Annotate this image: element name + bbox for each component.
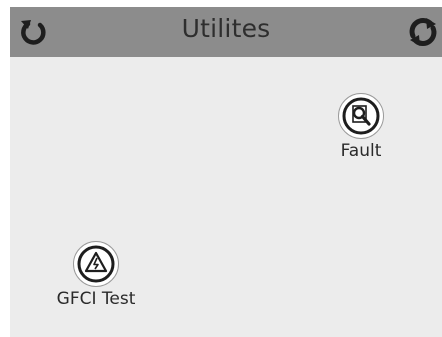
utilities-screen: Utilites Fault GFCI Test — [10, 7, 442, 337]
refresh-button[interactable] — [406, 15, 440, 49]
gfci-test-label: GFCI Test — [56, 289, 136, 309]
fault-button[interactable]: Fault — [306, 93, 416, 161]
warning-triangle-icon — [77, 245, 115, 283]
header-bar: Utilites — [10, 7, 442, 57]
magnifier-icon — [342, 97, 380, 135]
gfci-icon-circle — [73, 241, 119, 287]
gfci-test-button[interactable]: GFCI Test — [41, 241, 151, 309]
fault-icon-circle — [338, 93, 384, 139]
fault-label: Fault — [340, 141, 382, 161]
refresh-icon — [409, 18, 437, 46]
page-title: Utilites — [181, 14, 271, 43]
